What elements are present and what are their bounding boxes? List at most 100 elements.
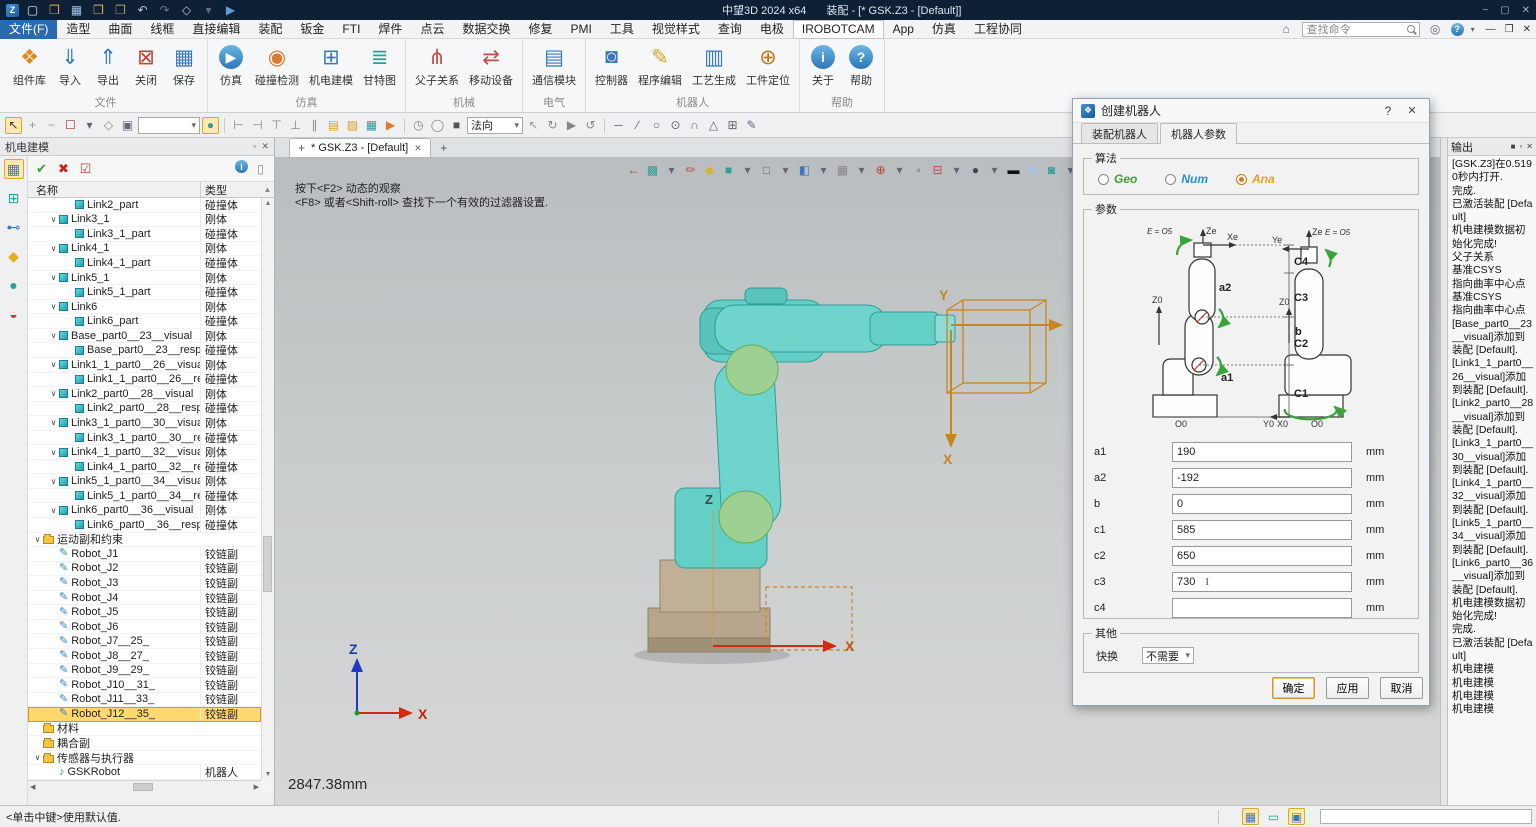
simulate-button[interactable]: ▶仿真	[212, 41, 250, 90]
menu-item-直接编辑[interactable]: 直接编辑	[183, 20, 249, 39]
minimize-icon[interactable]: −	[1482, 5, 1488, 16]
slash-icon[interactable]: ∕	[629, 117, 646, 134]
ellipse-icon[interactable]: ⊙	[667, 117, 684, 134]
menu-item-钣金[interactable]: 钣金	[291, 20, 333, 39]
command-search-input[interactable]: 查找命令	[1302, 22, 1420, 37]
tree-hscrollbar[interactable]: ◀▶	[28, 780, 261, 792]
dialog-close-icon[interactable]: ✕	[1403, 104, 1421, 117]
align-top-icon[interactable]: ⊤	[268, 117, 285, 134]
param-input-a2[interactable]: -192	[1172, 468, 1352, 488]
circle-icon[interactable]: ○	[648, 117, 665, 134]
anchor-icon[interactable]: ◒	[4, 304, 24, 324]
dropdown-arrow-icon[interactable]: ▾	[986, 161, 1003, 178]
align-right-icon[interactable]: ⊣	[249, 117, 266, 134]
gantt-button[interactable]: ≣甘特图	[358, 41, 401, 90]
checkbox-icon[interactable]: ☑	[77, 160, 94, 177]
close-icon[interactable]: ✕	[1522, 5, 1530, 16]
combo-box[interactable]: ▾	[138, 117, 200, 134]
media-icon[interactable]: ▶	[382, 117, 399, 134]
apply-button[interactable]: 应用	[1326, 677, 1369, 699]
texture-icon[interactable]: ▦	[834, 161, 851, 178]
menu-item-数据交换[interactable]: 数据交换	[453, 20, 519, 39]
chevron-down-icon[interactable]: ∨	[48, 389, 59, 398]
radio-icon[interactable]	[1236, 174, 1247, 185]
teal-cube-icon[interactable]: ■	[720, 161, 737, 178]
tab-close-icon[interactable]: ✕	[414, 143, 422, 154]
quick-change-select[interactable]: 不需要 ▾	[1142, 647, 1194, 664]
grid-icon[interactable]: ⊞	[724, 117, 741, 134]
blue-rect-icon[interactable]: ■	[1024, 161, 1041, 178]
tab-assemble-robot[interactable]: 装配机器人	[1081, 123, 1158, 143]
monitor-icon[interactable]: ▭	[1265, 808, 1282, 825]
clay-mode-icon[interactable]: ●	[202, 117, 219, 134]
menu-item-视觉样式[interactable]: 视觉样式	[643, 20, 709, 39]
arc-icon[interactable]: ∩	[686, 117, 703, 134]
algorithm-option-Geo[interactable]: Geo	[1098, 172, 1137, 186]
param-input-c1[interactable]: 585	[1172, 520, 1352, 540]
param-input-b[interactable]: 0	[1172, 494, 1352, 514]
cancel-icon[interactable]: ✖	[55, 160, 72, 177]
import-button[interactable]: ⇓导入	[51, 41, 89, 90]
menu-item-IROBOTCAM[interactable]: IROBOTCAM	[793, 20, 884, 39]
dropdown-arrow-icon[interactable]: ▾	[81, 117, 98, 134]
play-icon[interactable]: ▶	[222, 2, 239, 19]
combo-box[interactable]: 法向▾	[467, 117, 523, 134]
workpiece-locate-button[interactable]: ⊕工件定位	[741, 41, 795, 90]
open-file-icon[interactable]: ❒	[46, 2, 63, 19]
filter-cube-icon[interactable]: ▣	[119, 117, 136, 134]
lasso-icon[interactable]: ◯	[429, 117, 446, 134]
dropdown-arrow-icon[interactable]: ▾	[891, 161, 908, 178]
document-tab[interactable]: + * GSK.Z3 - [Default] ✕	[289, 138, 431, 157]
table-toggle-icon[interactable]: ▦	[1242, 808, 1259, 825]
tree-row-GSKRobot[interactable]: ♪GSKRobot机器人	[28, 765, 261, 780]
ball-icon[interactable]: ●	[4, 275, 24, 295]
close-doc-button[interactable]: ⊠关闭	[127, 41, 165, 90]
doc-icon[interactable]: ▯	[252, 160, 269, 177]
algorithm-option-Num[interactable]: Num	[1165, 172, 1208, 186]
chevron-down-icon[interactable]: ∨	[48, 477, 59, 486]
cancel-button[interactable]: 取消	[1380, 677, 1423, 699]
sphere-icon[interactable]: ●	[967, 161, 984, 178]
dropdown-arrow-icon[interactable]: ▾	[739, 161, 756, 178]
panel-splitter[interactable]	[1440, 138, 1448, 805]
chevron-down-icon[interactable]: ∨	[48, 215, 59, 224]
param-input-c3[interactable]: 730	[1172, 572, 1352, 592]
settings-icon[interactable]: ◎	[1427, 21, 1444, 38]
about-button[interactable]: i关于	[804, 41, 842, 90]
menu-item-曲面[interactable]: 曲面	[99, 20, 141, 39]
black-bar-icon[interactable]: ▬	[1005, 161, 1022, 178]
circuit-icon[interactable]: ⊞	[4, 188, 24, 208]
app-logo-icon[interactable]: Z	[6, 4, 19, 17]
pencil-icon[interactable]: ✎	[743, 117, 760, 134]
column-name[interactable]: 名称	[28, 182, 200, 198]
dropdown-arrow-icon[interactable]: ▾	[853, 161, 870, 178]
menu-item-工程协同[interactable]: 工程协同	[965, 20, 1031, 39]
select-arrow-icon[interactable]: ↖	[5, 117, 22, 134]
spin-icon[interactable]: ↺	[582, 117, 599, 134]
menu-item-电极[interactable]: 电极	[751, 20, 793, 39]
tab-robot-params[interactable]: 机器人参数	[1160, 123, 1237, 144]
chevron-down-icon[interactable]: ▾	[191, 120, 196, 131]
dropdown-arrow-icon[interactable]: ▾	[663, 161, 680, 178]
chevron-down-icon[interactable]: ∨	[48, 244, 59, 253]
column-type[interactable]: 类型	[200, 182, 261, 198]
folder-orange-icon[interactable]: ▨	[344, 117, 361, 134]
menu-item-线框[interactable]: 线框	[141, 20, 183, 39]
open-recent-icon[interactable]: ❒	[90, 2, 107, 19]
doc-close-icon[interactable]: ✕	[1523, 24, 1531, 35]
model-tree-icon[interactable]: ▦	[4, 159, 24, 179]
status-input[interactable]	[1320, 809, 1532, 824]
parent-child-button[interactable]: ⋔父子关系	[410, 41, 464, 90]
algorithm-option-Ana[interactable]: Ana	[1236, 172, 1275, 186]
dropdown-arrow-icon[interactable]: ▾	[777, 161, 794, 178]
line-icon[interactable]: ─	[610, 117, 627, 134]
dock-icon[interactable]: ▫	[1519, 142, 1522, 151]
chevron-down-icon[interactable]: ▾	[1471, 25, 1475, 34]
tree-vscrollbar[interactable]: ▲▼	[261, 198, 274, 780]
menu-item-造型[interactable]: 造型	[57, 20, 99, 39]
menu-item-查询[interactable]: 查询	[709, 20, 751, 39]
stop-icon[interactable]: ■	[1511, 142, 1516, 151]
erase-minus-icon[interactable]: −	[43, 117, 60, 134]
render-mode-icon[interactable]: ▩	[644, 161, 661, 178]
new-tab-button[interactable]: +	[435, 139, 453, 157]
